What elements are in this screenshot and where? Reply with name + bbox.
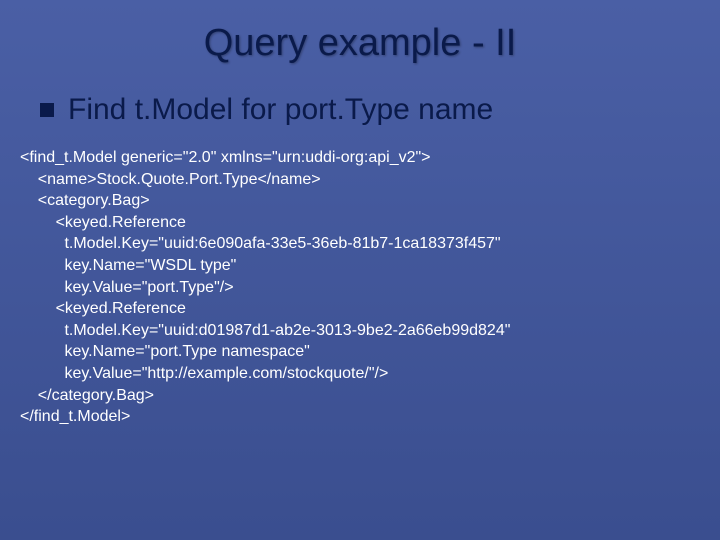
bullet-icon [40, 103, 54, 117]
subhead-text: Find t.Model for port.Type name [68, 93, 493, 127]
slide: Query example - II Find t.Model for port… [0, 0, 720, 540]
code-line: <keyed.Reference [20, 300, 186, 317]
slide-title: Query example - II [0, 0, 720, 65]
code-line: <name>Stock.Quote.Port.Type</name> [20, 171, 321, 188]
code-line: key.Name="port.Type namespace" [20, 343, 310, 360]
code-line: <keyed.Reference [20, 214, 186, 231]
code-line: </find_t.Model> [20, 408, 130, 425]
code-line: <category.Bag> [20, 192, 150, 209]
code-block: <find_t.Model generic="2.0" xmlns="urn:u… [0, 127, 720, 428]
code-line: key.Value="http://example.com/stockquote… [20, 365, 388, 382]
code-line: t.Model.Key="uuid:d01987d1-ab2e-3013-9be… [20, 322, 510, 339]
code-line: key.Value="port.Type"/> [20, 279, 234, 296]
subhead-row: Find t.Model for port.Type name [0, 93, 720, 127]
code-line: </category.Bag> [20, 387, 154, 404]
code-line: key.Name="WSDL type" [20, 257, 236, 274]
code-line: <find_t.Model generic="2.0" xmlns="urn:u… [20, 149, 431, 166]
code-line: t.Model.Key="uuid:6e090afa-33e5-36eb-81b… [20, 235, 501, 252]
